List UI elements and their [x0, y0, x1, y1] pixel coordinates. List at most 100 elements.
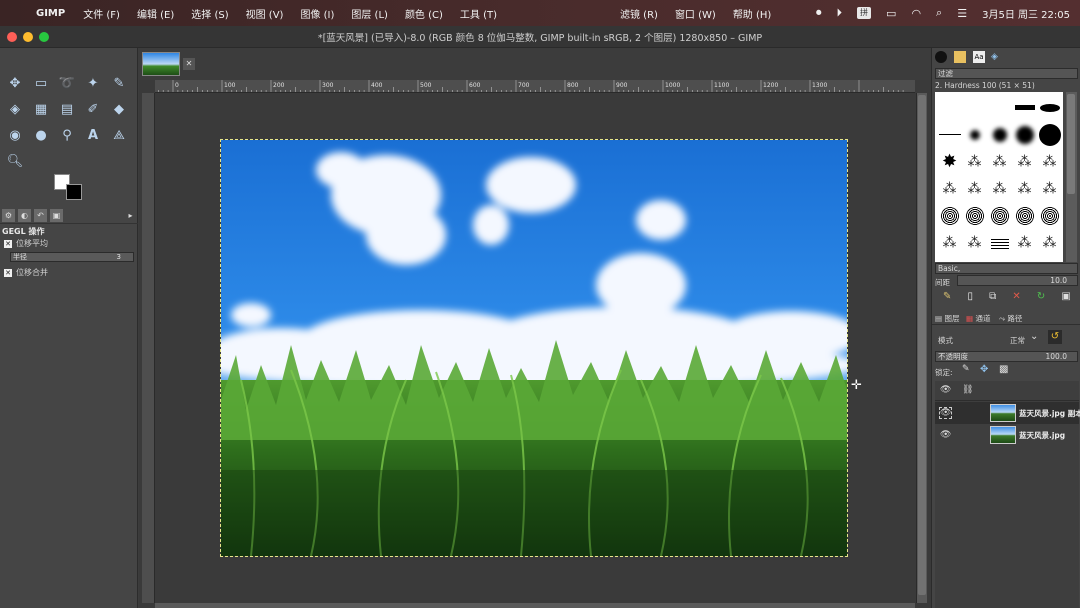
- rect-select-tool-icon[interactable]: ▭: [28, 70, 54, 96]
- brush-preview[interactable]: [937, 121, 962, 148]
- menu-view[interactable]: 视图 (V): [246, 6, 284, 21]
- refresh-brushes-icon[interactable]: ↻: [1037, 291, 1045, 302]
- option-row-1[interactable]: ✕ 位移平均: [4, 238, 48, 249]
- lasso-tool-icon[interactable]: ➰: [54, 70, 80, 96]
- tab-layers[interactable]: ▤ 图层: [935, 313, 959, 324]
- app-menu[interactable]: GIMP: [36, 8, 65, 19]
- brush-preview[interactable]: [962, 121, 987, 148]
- brush-preview[interactable]: [1037, 121, 1062, 148]
- panel-menu-icon[interactable]: ▸: [124, 209, 137, 222]
- menu-edit[interactable]: 编辑 (E): [137, 6, 174, 21]
- smudge-tool-icon[interactable]: ●: [28, 122, 54, 148]
- brush-preview[interactable]: ✸: [937, 148, 962, 175]
- brush-preview[interactable]: ⁂: [962, 148, 987, 175]
- images-tab-icon[interactable]: ▣: [50, 209, 63, 222]
- menu-image[interactable]: 图像 (I): [300, 6, 334, 21]
- edit-brush-icon[interactable]: ✎: [943, 291, 951, 302]
- open-brush-icon[interactable]: ▣: [1061, 291, 1070, 302]
- search-icon[interactable]: ⌕: [936, 6, 942, 20]
- clock[interactable]: 3月5日 周三 22:05: [982, 6, 1070, 21]
- zoom-tool-icon[interactable]: 🔍︎: [2, 148, 28, 174]
- brush-preview[interactable]: ⁂: [1037, 148, 1062, 175]
- menu-layer[interactable]: 图层 (L): [351, 6, 388, 21]
- text-tool-icon[interactable]: A: [80, 122, 106, 148]
- checkbox-icon[interactable]: ✕: [4, 239, 12, 248]
- menu-help[interactable]: 帮助 (H): [733, 6, 772, 21]
- brush-preview[interactable]: [937, 94, 962, 121]
- warp-tool-icon[interactable]: ▦: [28, 96, 54, 122]
- lock-position-icon[interactable]: ✥: [980, 364, 988, 375]
- paintbrush-tool-icon[interactable]: ✐: [80, 96, 106, 122]
- spacing-spinner[interactable]: 10.0: [957, 275, 1078, 286]
- clone-tool-icon[interactable]: ◉: [2, 122, 28, 148]
- measure-tool-icon[interactable]: ⟁: [106, 122, 132, 148]
- radius-spinner[interactable]: 半径 3: [10, 252, 134, 262]
- brush-preview[interactable]: ⁂: [1012, 229, 1037, 256]
- duplicate-brush-icon[interactable]: ⧉: [989, 291, 996, 302]
- chevron-down-icon[interactable]: ⌄: [1030, 331, 1038, 342]
- brush-preview[interactable]: [962, 94, 987, 121]
- layer-row[interactable]: 👁︎ 蓝天风景.jpg 副本: [935, 402, 1080, 424]
- brush-preview[interactable]: ⁂: [962, 175, 987, 202]
- tab-paths[interactable]: ⤳ 路径: [999, 313, 1022, 324]
- checkbox-icon[interactable]: ✕: [4, 268, 12, 277]
- eye-icon[interactable]: 👁︎: [938, 407, 953, 419]
- menu-filters[interactable]: 滤镜 (R): [620, 6, 658, 21]
- brush-preview[interactable]: [1012, 121, 1037, 148]
- brush-preview[interactable]: ⁂: [1012, 148, 1037, 175]
- brush-preview[interactable]: ⁂: [1037, 229, 1062, 256]
- option-row-2[interactable]: ✕ 位移合并: [4, 267, 48, 278]
- brush-preview[interactable]: [1037, 202, 1062, 229]
- layer-name[interactable]: 蓝天风景.jpg 副本: [1019, 408, 1080, 419]
- tab-channels[interactable]: ▦ 通道: [966, 313, 990, 324]
- brush-preview[interactable]: [1037, 94, 1062, 121]
- zoom-button[interactable]: [39, 32, 49, 42]
- battery-icon[interactable]: ▭: [886, 7, 896, 20]
- undo-history-tab-icon[interactable]: ↶: [34, 209, 47, 222]
- layers-list[interactable]: 👁︎ ⛓︎ 👁︎ 蓝天风景.jpg 副本 👁︎ 蓝天风景.jpg: [935, 381, 1080, 608]
- play-icon[interactable]: ⏵: [837, 6, 843, 20]
- brush-preview[interactable]: [987, 121, 1012, 148]
- menu-select[interactable]: 选择 (S): [191, 6, 228, 21]
- brush-preview[interactable]: ⁂: [987, 175, 1012, 202]
- horizontal-scrollbar[interactable]: [155, 603, 915, 608]
- close-button[interactable]: [7, 32, 17, 42]
- brush-preview[interactable]: ⁂: [1012, 175, 1037, 202]
- brush-scroll-thumb[interactable]: [1067, 94, 1075, 194]
- move-tool-icon[interactable]: ✥: [2, 70, 28, 96]
- brush-preview[interactable]: ⁂: [987, 148, 1012, 175]
- transform-tool-icon[interactable]: ◈: [2, 96, 28, 122]
- scroll-thumb[interactable]: [918, 95, 926, 595]
- image-tab-thumbnail[interactable]: [142, 52, 180, 76]
- layer-mode-switch-icon[interactable]: ↺: [1048, 330, 1062, 344]
- color-swatches[interactable]: [52, 172, 86, 202]
- brush-preview[interactable]: [987, 94, 1012, 121]
- eye-icon[interactable]: 👁︎: [940, 430, 951, 440]
- brush-filter-input[interactable]: 过滤: [935, 68, 1078, 79]
- new-brush-icon[interactable]: ▯: [968, 291, 974, 302]
- menu-file[interactable]: 文件 (F): [83, 6, 120, 21]
- menu-tools[interactable]: 工具 (T): [460, 6, 497, 21]
- lock-pixels-icon[interactable]: ✎: [962, 364, 970, 374]
- brush-preview[interactable]: ⁂: [962, 229, 987, 256]
- brush-preset-select[interactable]: Basic,: [935, 263, 1078, 274]
- paths-tool-icon[interactable]: ⚲: [54, 122, 80, 148]
- brush-scrollbar[interactable]: [1066, 92, 1077, 262]
- control-center-icon[interactable]: ☰: [957, 7, 967, 20]
- fonts-tab-icon[interactable]: Aa: [973, 51, 985, 63]
- input-method-icon[interactable]: 拼: [857, 7, 872, 19]
- brush-grid[interactable]: ✸ ⁂ ⁂ ⁂ ⁂ ⁂ ⁂ ⁂ ⁂ ⁂ ⁂ ⁂ ⁂ ⁂: [935, 92, 1063, 262]
- lock-alpha-icon[interactable]: ▩: [999, 364, 1008, 375]
- color-picker-tool-icon[interactable]: ✎: [106, 70, 132, 96]
- background-color[interactable]: [66, 184, 82, 200]
- brush-preview[interactable]: [1012, 202, 1037, 229]
- image-canvas[interactable]: [220, 139, 848, 557]
- brush-preview[interactable]: [962, 202, 987, 229]
- brush-preview[interactable]: [987, 202, 1012, 229]
- fuzzy-select-tool-icon[interactable]: ✦: [80, 70, 106, 96]
- delete-brush-icon[interactable]: ✕: [1012, 291, 1020, 302]
- horizontal-ruler[interactable]: 1000100200300400500600700800900100011001…: [155, 80, 915, 93]
- wifi-icon[interactable]: ◠: [911, 7, 921, 20]
- brush-preview[interactable]: [987, 229, 1012, 256]
- layer-name[interactable]: 蓝天风景.jpg: [1019, 430, 1065, 441]
